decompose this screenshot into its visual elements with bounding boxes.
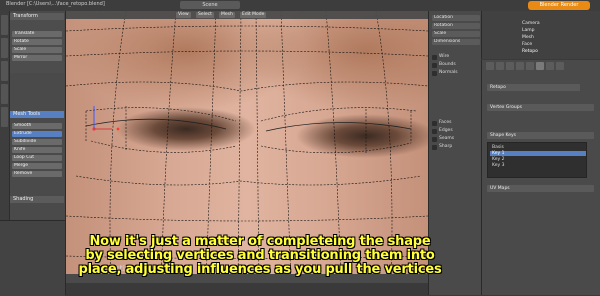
- knife-button[interactable]: Knife: [12, 147, 62, 153]
- select-menu[interactable]: Select: [196, 12, 214, 18]
- rotate-button[interactable]: Rotate: [12, 39, 62, 45]
- object-name-field[interactable]: Retopo: [487, 84, 580, 91]
- scene-selector[interactable]: Scene: [180, 1, 240, 9]
- uv-maps-panel[interactable]: UV Maps: [487, 185, 594, 192]
- remove-button[interactable]: Remove: [12, 171, 62, 177]
- list-item[interactable]: Basis: [490, 145, 586, 150]
- location-row[interactable]: Location: [432, 15, 480, 21]
- list-item[interactable]: Key 2: [490, 157, 586, 162]
- scene-tab-icon[interactable]: [496, 62, 504, 70]
- tool-tab[interactable]: [1, 61, 8, 81]
- loop-cut-button[interactable]: Loop Cut: [12, 155, 62, 161]
- normals-checkbox[interactable]: [432, 71, 437, 76]
- dimensions-row[interactable]: Dimensions: [432, 39, 480, 45]
- data-tab-icon[interactable]: [536, 62, 544, 70]
- sharp-checkbox[interactable]: [432, 145, 437, 150]
- subtitle-caption: Now it's just a matter of completeing th…: [40, 235, 480, 277]
- shelf-section-shading: Shading: [10, 196, 64, 203]
- wire-checkbox[interactable]: [432, 55, 437, 60]
- extrude-button[interactable]: Extrude: [12, 131, 62, 137]
- property-tabs: [486, 62, 598, 70]
- outliner-item[interactable]: Lamp: [522, 28, 535, 33]
- material-tab-icon[interactable]: [546, 62, 554, 70]
- list-item[interactable]: Key 3: [490, 163, 586, 168]
- rotation-row[interactable]: Rotation: [432, 23, 480, 29]
- mesh-menu[interactable]: Mesh: [219, 12, 235, 18]
- seams-checkbox[interactable]: [432, 137, 437, 142]
- checkbox-label: Edges: [439, 128, 453, 133]
- checkbox-label: Seams: [439, 136, 455, 141]
- texture-tab-icon[interactable]: [556, 62, 564, 70]
- tool-tab[interactable]: [1, 107, 8, 127]
- smooth-button[interactable]: Smooth: [12, 123, 62, 129]
- checkbox-label: Bounds: [439, 62, 456, 67]
- subdivide-button[interactable]: Subdivide: [12, 139, 62, 145]
- property-editor: Retopo Vertex Groups Shape Keys Basis Ke…: [481, 60, 600, 295]
- viewport-header: View Select Mesh Edit Mode: [66, 11, 428, 19]
- shelf-section-header[interactable]: Mesh Tools: [10, 111, 64, 118]
- merge-button[interactable]: Merge: [12, 163, 62, 169]
- tool-tab[interactable]: [1, 84, 8, 104]
- edges-checkbox[interactable]: [432, 129, 437, 134]
- scale-button[interactable]: Scale: [12, 47, 62, 53]
- modifier-tab-icon[interactable]: [526, 62, 534, 70]
- scale-row[interactable]: Scale: [432, 31, 480, 37]
- shelf-section-header[interactable]: Transform: [10, 13, 64, 20]
- shape-keys-list: Basis Key 1 Key 2 Key 3: [487, 142, 587, 178]
- outliner-item[interactable]: Retopo: [522, 49, 538, 54]
- list-item[interactable]: Key 1: [490, 151, 586, 156]
- subtitle-line: Now it's just a matter of completeing th…: [89, 234, 431, 249]
- vertex-groups-panel[interactable]: Vertex Groups: [487, 104, 594, 111]
- checkbox-label: Sharp: [439, 144, 453, 149]
- checkbox-label: Wire: [439, 54, 450, 59]
- render-engine-button[interactable]: Blender Render: [528, 1, 590, 10]
- shape-keys-panel[interactable]: Shape Keys: [487, 132, 594, 139]
- tool-tab[interactable]: [1, 38, 8, 58]
- view-menu[interactable]: View: [176, 12, 191, 18]
- shelf-section-mesh-tools: Mesh Tools: [10, 111, 64, 118]
- outliner-item[interactable]: Face: [522, 42, 532, 47]
- tool-tab[interactable]: [1, 15, 8, 35]
- checkbox-label: Faces: [439, 120, 452, 125]
- faces-checkbox[interactable]: [432, 121, 437, 126]
- world-tab-icon[interactable]: [506, 62, 514, 70]
- checkbox-label: Normals: [439, 70, 458, 75]
- translate-button[interactable]: Translate: [12, 31, 62, 37]
- subtitle-line: place, adjusting influences as you pull …: [78, 262, 442, 277]
- outliner-item[interactable]: Camera: [522, 21, 540, 26]
- outliner-item[interactable]: Mesh: [522, 35, 534, 40]
- bounds-checkbox[interactable]: [432, 63, 437, 68]
- mirror-button[interactable]: Mirror: [12, 55, 62, 61]
- subtitle-line: by selecting vertices and transitioning …: [85, 248, 435, 263]
- mode-selector[interactable]: Edit Mode: [240, 12, 267, 18]
- shelf-section-header[interactable]: Shading: [10, 196, 64, 203]
- render-tab-icon[interactable]: [486, 62, 494, 70]
- outliner: Camera Lamp Mesh Face Retopo: [481, 11, 600, 59]
- window-title: Blender [C:\Users\...\face_retopo.blend]: [6, 1, 105, 7]
- object-tab-icon[interactable]: [516, 62, 524, 70]
